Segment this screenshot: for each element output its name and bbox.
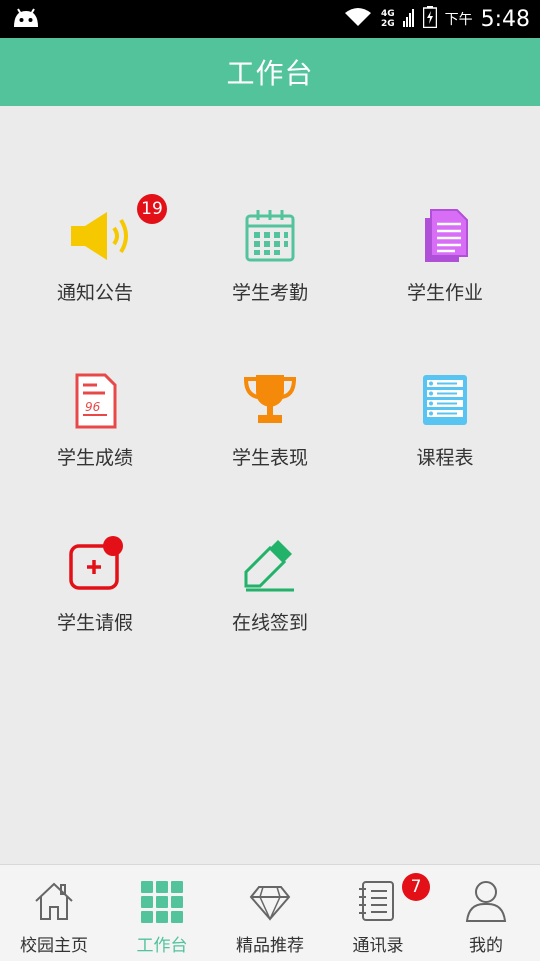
tile-label: 通知公告 [56, 282, 133, 304]
tab-label: 我的 [469, 936, 503, 956]
score-sheet-icon: 96 [65, 371, 125, 431]
schedule-icon [415, 371, 475, 431]
tile-performance[interactable]: 学生表现 [180, 371, 360, 501]
trophy-icon [240, 371, 300, 431]
tab-label: 精品推荐 [236, 936, 304, 956]
tile-label: 在线签到 [231, 612, 308, 634]
document-icon [415, 206, 475, 266]
wifi-icon [343, 6, 373, 32]
grid-icon [141, 879, 183, 923]
tile-label: 学生作业 [406, 282, 483, 304]
tab-label: 校园主页 [20, 936, 88, 956]
tile-label: 课程表 [416, 447, 474, 469]
android-icon [12, 7, 40, 33]
tile-notice[interactable]: 19 通知公告 [5, 194, 185, 336]
app-header: 工作台 [0, 38, 540, 106]
tile-checkin[interactable]: 在线签到 [180, 536, 360, 666]
tab-contacts[interactable]: 7 通讯录 [324, 865, 432, 961]
tab-label: 通讯录 [352, 936, 404, 956]
tile-label: 学生成绩 [56, 447, 133, 469]
tile-schedule[interactable]: 课程表 [355, 371, 535, 501]
tab-recommend[interactable]: 精品推荐 [216, 865, 324, 961]
battery-icon [422, 6, 437, 32]
speaker-icon [65, 206, 128, 266]
network-indicator: 4G 2G [380, 9, 395, 29]
leave-icon [65, 536, 125, 596]
notice-badge: 19 [137, 194, 167, 224]
tab-label: 工作台 [136, 936, 188, 956]
tile-leave[interactable]: 学生请假 [5, 536, 185, 666]
user-icon [465, 879, 507, 923]
tile-grades[interactable]: 96 学生成绩 [5, 371, 185, 501]
ampm-label: 下午 [444, 12, 473, 28]
page-title: 工作台 [226, 57, 314, 90]
status-bar: 4G 2G 下午 5:48 [0, 0, 540, 38]
tile-label: 学生请假 [56, 612, 133, 634]
pencil-icon [240, 536, 300, 596]
diamond-icon [249, 879, 291, 923]
tile-label: 学生考勤 [231, 282, 308, 304]
svg-text:96: 96 [85, 400, 101, 414]
tab-workbench[interactable]: 工作台 [108, 865, 216, 961]
tile-label: 学生表现 [231, 447, 308, 469]
contacts-icon [357, 879, 399, 923]
tile-homework[interactable]: 学生作业 [355, 206, 535, 336]
clock-time: 5:48 [480, 6, 530, 32]
tab-mine[interactable]: 我的 [432, 865, 540, 961]
signal-icon [402, 7, 415, 31]
home-icon [33, 879, 75, 923]
tile-attendance[interactable]: 学生考勤 [180, 206, 360, 336]
calendar-icon [240, 206, 300, 266]
tab-home[interactable]: 校园主页 [0, 865, 108, 961]
contacts-badge: 7 [402, 873, 430, 901]
bottom-tab-bar: 校园主页 工作台 精品推荐 7 通讯录 我的 [0, 864, 540, 961]
